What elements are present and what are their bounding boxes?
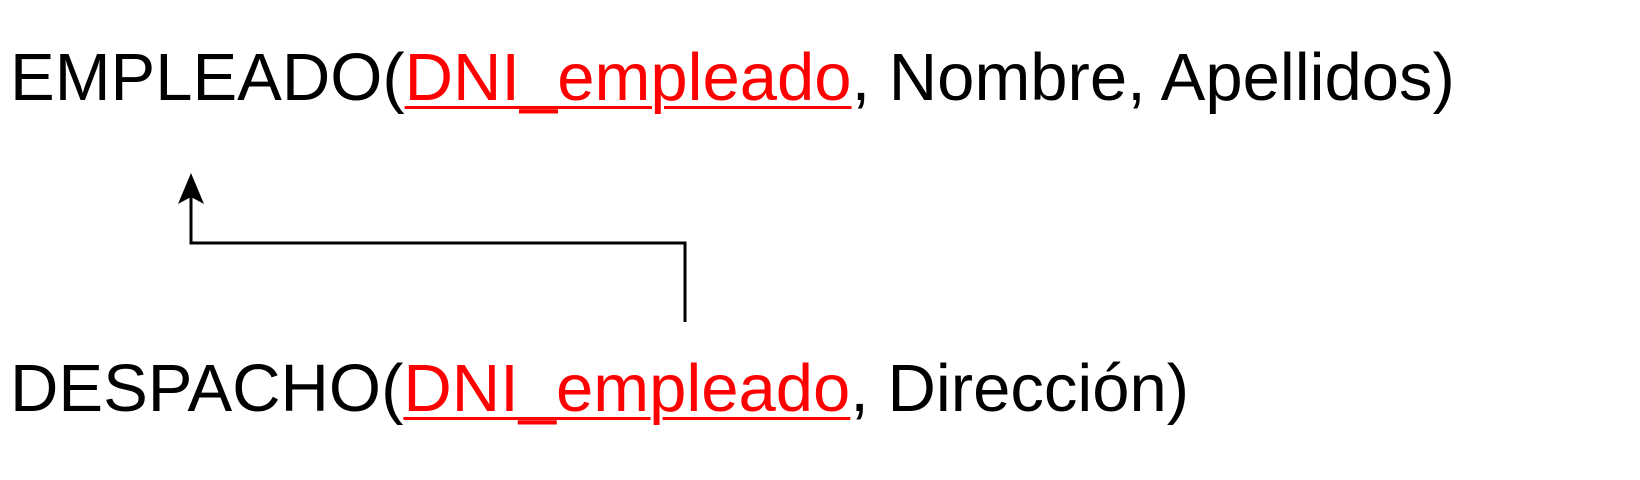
relation-name: DESPACHO — [10, 351, 382, 426]
attribute-separator: , — [850, 351, 888, 426]
relation-attributes: Dirección — [887, 351, 1167, 426]
foreign-key-attribute: DNI_empleado — [403, 351, 851, 426]
close-paren: ) — [1166, 351, 1190, 426]
open-paren: ( — [381, 351, 404, 426]
foreign-key-connector-line — [189, 195, 687, 322]
relation-despacho: DESPACHO(DNI_empleado, Dirección) — [10, 355, 1189, 422]
